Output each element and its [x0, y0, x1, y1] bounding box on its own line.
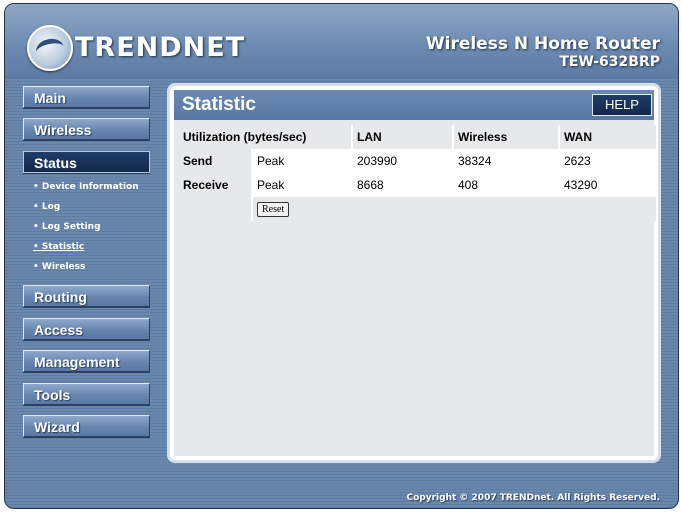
header-wan: WAN — [559, 125, 658, 149]
subnav-device-information[interactable]: • Device Information — [33, 182, 139, 198]
content-panel: Statistic HELP Utilization (bytes/sec) L… — [167, 83, 661, 463]
content-inner: Statistic HELP Utilization (bytes/sec) L… — [174, 90, 658, 456]
table-header-row: Utilization (bytes/sec) LAN Wireless WAN — [179, 125, 658, 149]
help-button[interactable]: HELP — [592, 94, 652, 116]
nav-wizard-button[interactable]: Wizard — [23, 415, 150, 437]
nav-management-button[interactable]: Management — [23, 350, 150, 372]
reset-row: Reset — [179, 197, 658, 221]
cell-lan: 203990 — [352, 149, 454, 173]
table-row: Send Peak 203990 38324 2623 — [179, 149, 658, 173]
row-label-receive: Receive — [179, 173, 253, 197]
router-frame: TRENDNET Wireless N Home Router TEW-632B… — [4, 3, 679, 509]
cell-wan: 43290 — [559, 173, 658, 197]
subnav-statistic[interactable]: • Statistic — [33, 242, 84, 258]
cell-wireless: 38324 — [453, 149, 560, 173]
cell-wireless: 408 — [453, 173, 560, 197]
cell-wan: 2623 — [559, 149, 658, 173]
nav-tools-button[interactable]: Tools — [23, 383, 150, 405]
subnav-wireless[interactable]: • Wireless — [33, 262, 85, 278]
product-name: Wireless N Home Router — [425, 34, 660, 54]
subnav-log-setting[interactable]: • Log Setting — [33, 222, 101, 238]
table-row: Receive Peak 8668 408 43290 — [179, 173, 658, 197]
logo-text: TRENDNET — [75, 32, 246, 63]
title-bar: Statistic HELP — [174, 90, 654, 120]
nav-main-button[interactable]: Main — [23, 86, 150, 108]
subnav-log[interactable]: • Log — [33, 202, 60, 218]
reset-row-spacer — [179, 197, 253, 221]
header-lan: LAN — [352, 125, 454, 149]
reset-cell: Reset — [252, 197, 658, 221]
header-banner: TRENDNET Wireless N Home Router TEW-632B… — [5, 4, 678, 79]
cell-lan: 8668 — [352, 173, 454, 197]
statistics-table: Utilization (bytes/sec) LAN Wireless WAN… — [179, 125, 658, 221]
nav-wireless-button[interactable]: Wireless — [23, 118, 150, 140]
trendnet-logo-icon — [27, 25, 73, 71]
model-name: TEW-632BRP — [559, 54, 660, 70]
row-type: Peak — [252, 149, 353, 173]
header-utilization: Utilization (bytes/sec) — [179, 125, 353, 149]
reset-button[interactable]: Reset — [257, 202, 290, 217]
row-label-send: Send — [179, 149, 253, 173]
footer-copyright: Copyright © 2007 TRENDnet. All Rights Re… — [406, 493, 661, 503]
header-wireless: Wireless — [453, 125, 560, 149]
nav-access-button[interactable]: Access — [23, 318, 150, 340]
row-type: Peak — [252, 173, 353, 197]
nav-routing-button[interactable]: Routing — [23, 285, 150, 307]
page-title: Statistic — [182, 94, 256, 115]
nav-status-button[interactable]: Status — [23, 151, 150, 173]
